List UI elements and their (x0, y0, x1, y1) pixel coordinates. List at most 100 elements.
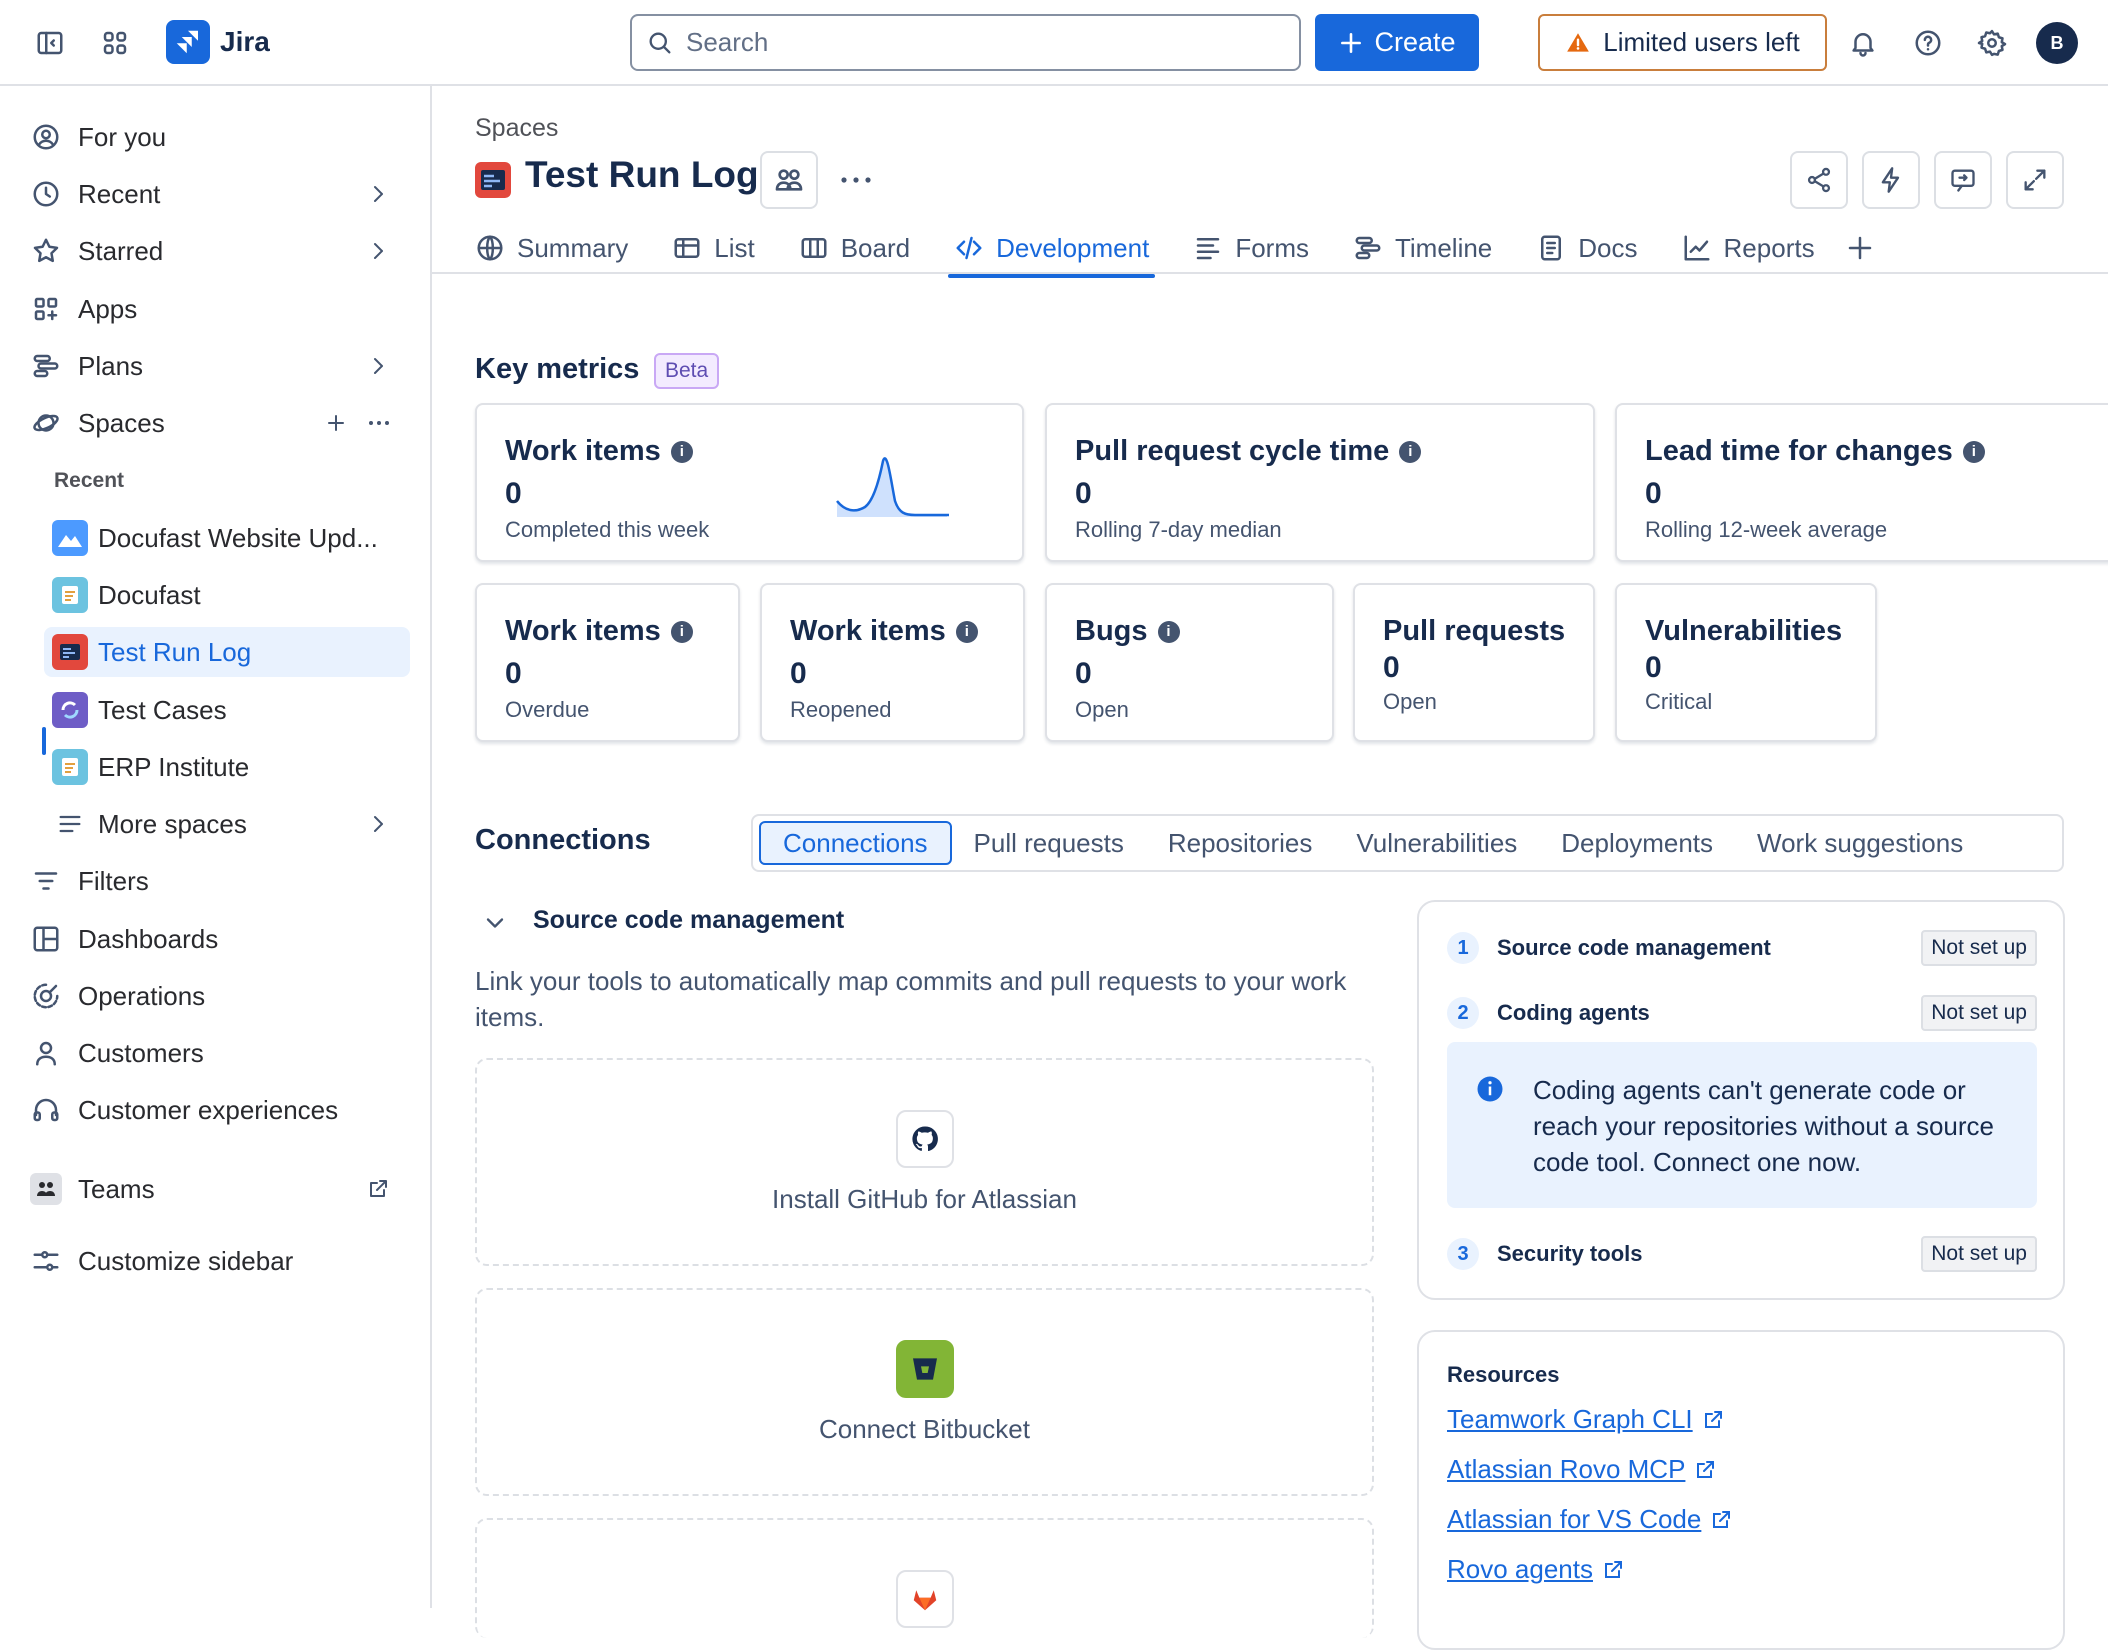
info-icon[interactable]: i (955, 620, 978, 643)
space-item-docufast[interactable]: Docufast (52, 570, 410, 620)
info-icon[interactable]: i (670, 440, 693, 463)
tab-list[interactable]: List (672, 222, 755, 274)
resource-link[interactable]: Teamwork Graph CLI (1447, 1404, 1725, 1435)
connect-bitbucket-card[interactable]: Connect Bitbucket (475, 1288, 1374, 1496)
sidebar-item-dashboards[interactable]: Dashboards (30, 914, 410, 964)
jira-logo-icon[interactable] (166, 20, 210, 64)
info-icon[interactable]: i (1962, 440, 1985, 463)
chevron-down-icon[interactable] (481, 909, 509, 937)
info-icon[interactable]: i (670, 620, 693, 643)
list-lines-icon (52, 806, 88, 842)
sidebar-item-label: Dashboards (78, 923, 219, 954)
search-placeholder: Search (686, 27, 769, 57)
create-button[interactable]: Create (1315, 14, 1479, 71)
tab-reports[interactable]: Reports (1682, 222, 1815, 274)
info-icon[interactable]: i (1399, 440, 1422, 463)
sidebar-item-operations[interactable]: Operations (30, 971, 410, 1021)
tab-board[interactable]: Board (799, 222, 910, 274)
settings-gear-icon[interactable] (1971, 22, 2013, 64)
user-avatar[interactable]: B (2036, 22, 2078, 64)
tab-forms[interactable]: Forms (1193, 222, 1309, 274)
setup-step-scm[interactable]: 1 Source code management Not set up (1447, 928, 2037, 968)
resources-heading: Resources (1447, 1362, 1560, 1387)
tab-docs[interactable]: Docs (1536, 222, 1638, 274)
sidebar-item-spaces[interactable]: Spaces (30, 398, 410, 448)
add-tab-button[interactable] (1845, 222, 1875, 274)
sidebar-item-starred[interactable]: Starred (30, 226, 410, 276)
lightning-automation-icon[interactable] (1862, 151, 1920, 209)
subtab-work-suggestions[interactable]: Work suggestions (1735, 821, 1985, 865)
info-icon[interactable]: i (1157, 620, 1180, 643)
chevron-right-icon[interactable] (366, 239, 390, 263)
subtab-deployments[interactable]: Deployments (1539, 821, 1735, 865)
app-switcher-icon[interactable] (94, 22, 136, 64)
sidebar-item-customize-sidebar[interactable]: Customize sidebar (30, 1236, 410, 1286)
subtab-repositories[interactable]: Repositories (1146, 821, 1335, 865)
page-title: Test Run Log (525, 154, 759, 195)
space-item-erp-institute[interactable]: ERP Institute (52, 742, 410, 792)
globe-icon (477, 235, 503, 261)
limited-users-button[interactable]: Limited users left (1538, 14, 1827, 71)
resource-link[interactable]: Rovo agents (1447, 1554, 1625, 1585)
resource-link[interactable]: Atlassian Rovo MCP (1447, 1454, 1717, 1485)
more-actions-icon[interactable] (836, 165, 876, 195)
sidebar: For you Recent Starred Apps Plans Spaces… (0, 86, 432, 1608)
code-log-space-icon (52, 634, 88, 670)
sidebar-item-for-you[interactable]: For you (30, 112, 410, 162)
sidebar-item-label: Recent (78, 178, 161, 209)
chevron-right-icon[interactable] (366, 354, 390, 378)
connect-gitlab-card[interactable] (475, 1518, 1374, 1638)
sidebar-item-recent[interactable]: Recent (30, 169, 410, 219)
notifications-bell-icon[interactable] (1842, 22, 1884, 64)
install-github-card[interactable]: Install GitHub for Atlassian (475, 1058, 1374, 1266)
help-icon[interactable] (1907, 22, 1949, 64)
setup-step-coding-agents[interactable]: 2 Coding agents Not set up (1447, 993, 2037, 1033)
tab-development[interactable]: Development (948, 222, 1156, 278)
add-space-plus-icon[interactable] (324, 411, 348, 435)
sidebar-item-customer-experiences[interactable]: Customer experiences (30, 1085, 410, 1135)
sidebar-item-filters[interactable]: Filters (30, 856, 410, 906)
sidebar-item-apps[interactable]: Apps (30, 284, 410, 334)
chevron-right-icon[interactable] (366, 182, 390, 206)
tab-timeline[interactable]: Timeline (1353, 222, 1492, 274)
sidebar-item-label: Teams (78, 1173, 155, 1204)
metric-card-overdue[interactable]: Work items i 0 Overdue (475, 583, 740, 742)
search-icon (649, 32, 671, 53)
space-item-test-run-log[interactable]: Test Run Log (44, 627, 410, 677)
subtab-pull-requests[interactable]: Pull requests (952, 821, 1146, 865)
search-input[interactable]: Search (630, 14, 1301, 71)
filter-icon (30, 865, 62, 897)
expand-icon[interactable] (2006, 151, 2064, 209)
resource-link[interactable]: Atlassian for VS Code (1447, 1504, 1733, 1535)
space-item-docufast-website[interactable]: Docufast Website Upd... (52, 513, 410, 563)
metric-card-pull-requests[interactable]: Pull requests 0 Open (1353, 583, 1595, 742)
metric-card-lead-time[interactable]: Lead time for changes i 0 Rolling 12-week… (1615, 403, 2108, 562)
app-name[interactable]: Jira (220, 26, 270, 58)
subtab-vulnerabilities[interactable]: Vulnerabilities (1334, 821, 1539, 865)
people-icon[interactable] (760, 151, 818, 209)
breadcrumb[interactable]: Spaces (475, 114, 558, 143)
share-icon[interactable] (1790, 151, 1848, 209)
status-badge: Not set up (1921, 995, 2037, 1031)
scm-section-title[interactable]: Source code management (533, 906, 844, 935)
metric-card-vulnerabilities[interactable]: Vulnerabilities 0 Critical (1615, 583, 1877, 742)
metric-card-pr-cycle-time[interactable]: Pull request cycle time i 0 Rolling 7-day… (1045, 403, 1595, 562)
metric-card-completed[interactable]: Work items i 0 Completed this week (475, 403, 1024, 562)
setup-step-security-tools[interactable]: 3 Security tools Not set up (1447, 1234, 2037, 1274)
metric-card-bugs[interactable]: Bugs i 0 Open (1045, 583, 1334, 742)
space-item-test-cases[interactable]: Test Cases (52, 685, 410, 735)
feedback-icon[interactable] (1934, 151, 1992, 209)
sidebar-item-teams[interactable]: Teams (30, 1164, 410, 1214)
chevron-right-icon[interactable] (366, 812, 390, 836)
sidebar-item-plans[interactable]: Plans (30, 341, 410, 391)
tab-summary[interactable]: Summary (475, 222, 628, 274)
more-options-icon[interactable] (366, 411, 392, 435)
sidebar-toggle-icon[interactable] (29, 22, 71, 64)
external-link-icon[interactable] (366, 1177, 390, 1201)
sidebar-item-more-spaces[interactable]: More spaces (52, 799, 410, 849)
resource-link-label: Rovo agents (1447, 1554, 1593, 1584)
sidebar-item-customers[interactable]: Customers (30, 1028, 410, 1078)
metric-card-reopened[interactable]: Work items i 0 Reopened (760, 583, 1025, 742)
external-link-icon (1713, 1510, 1731, 1528)
subtab-connections[interactable]: Connections (759, 821, 952, 865)
